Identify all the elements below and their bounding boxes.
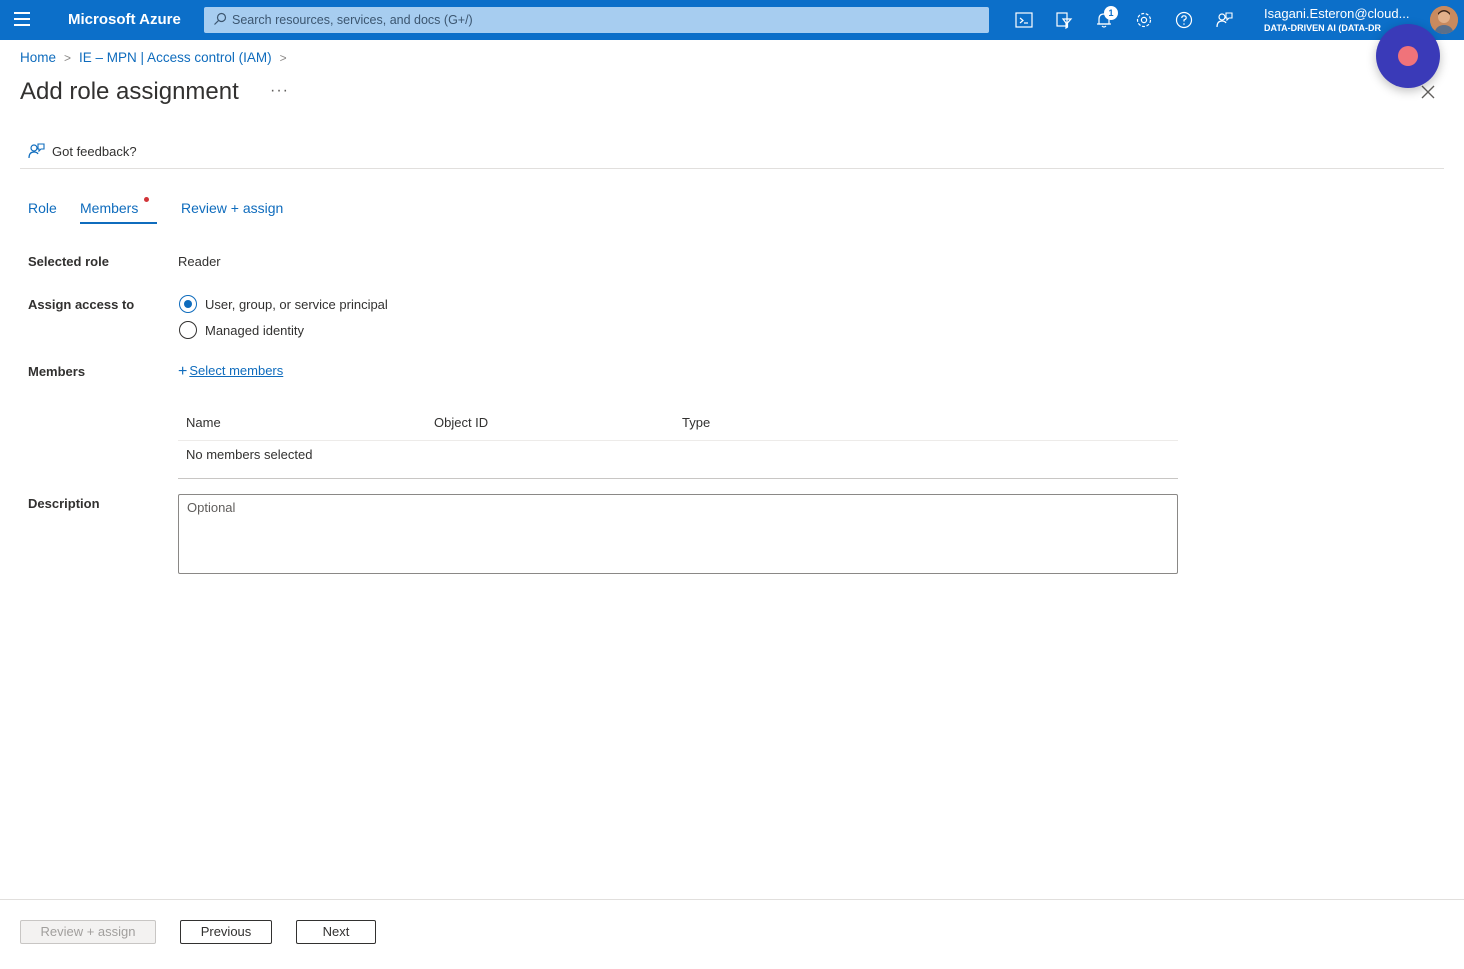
radio-managed-identity[interactable] [179, 321, 197, 339]
chevron-right-icon: > [279, 51, 287, 65]
notification-count-badge: 1 [1104, 6, 1118, 20]
column-header-object-id[interactable]: Object ID [434, 415, 488, 430]
footer-divider [0, 899, 1464, 900]
avatar-image [1430, 6, 1458, 34]
column-header-name[interactable]: Name [186, 415, 221, 430]
search-input[interactable] [232, 7, 972, 33]
record-button[interactable] [1376, 24, 1440, 88]
help-icon[interactable] [1174, 10, 1194, 30]
record-dot-icon [1398, 46, 1418, 66]
close-icon[interactable] [1419, 83, 1437, 101]
table-bottom-divider [178, 478, 1178, 479]
description-textarea[interactable] [178, 494, 1178, 574]
tab-members[interactable]: Members [80, 200, 138, 216]
avatar[interactable] [1430, 6, 1458, 34]
divider [20, 168, 1444, 169]
required-indicator [144, 197, 149, 202]
feedback-person-icon [28, 143, 45, 159]
radio-user-group-sp[interactable] [179, 295, 197, 313]
plus-icon: + [178, 363, 188, 380]
radio-user-group-sp-label[interactable]: User, group, or service principal [205, 297, 388, 312]
table-header-divider [178, 440, 1178, 441]
radio-managed-identity-label[interactable]: Managed identity [205, 323, 304, 338]
select-members-link[interactable]: + Select members [178, 363, 283, 381]
top-bar: Microsoft Azure 1 Isagani.Esteron@cloud.… [0, 0, 1464, 40]
next-button[interactable]: Next [296, 920, 376, 944]
active-tab-indicator [80, 222, 157, 224]
description-label: Description [28, 496, 100, 511]
breadcrumb-access-control[interactable]: IE – MPN | Access control (IAM) [79, 50, 272, 65]
selected-role-value: Reader [178, 254, 221, 269]
review-assign-button[interactable]: Review + assign [20, 920, 156, 944]
feedback-label: Got feedback? [52, 144, 137, 159]
feedback-icon[interactable] [1214, 10, 1234, 30]
assign-access-label: Assign access to [28, 297, 135, 312]
more-options-icon[interactable]: ··· [270, 82, 289, 100]
cloud-shell-icon[interactable] [1014, 10, 1034, 30]
breadcrumb-home[interactable]: Home [20, 50, 56, 65]
account-email: Isagani.Esteron@cloud... [1264, 6, 1410, 21]
directory-filter-icon[interactable] [1054, 10, 1074, 30]
selected-role-label: Selected role [28, 254, 109, 269]
select-members-text: Select members [189, 363, 284, 378]
settings-icon[interactable] [1134, 10, 1154, 30]
breadcrumb: Home > IE – MPN | Access control (IAM) > [20, 50, 295, 65]
search-icon [214, 12, 227, 25]
column-header-type[interactable]: Type [682, 415, 710, 430]
chevron-right-icon: > [64, 51, 72, 65]
previous-button[interactable]: Previous [180, 920, 272, 944]
tab-role[interactable]: Role [28, 200, 57, 216]
global-search[interactable] [204, 7, 989, 33]
members-empty-text: No members selected [186, 447, 313, 462]
tab-review-assign[interactable]: Review + assign [181, 200, 283, 216]
brand-name[interactable]: Microsoft Azure [68, 11, 181, 28]
page-title: Add role assignment [20, 78, 239, 105]
hamburger-menu-icon[interactable] [14, 12, 34, 28]
members-label: Members [28, 364, 86, 379]
